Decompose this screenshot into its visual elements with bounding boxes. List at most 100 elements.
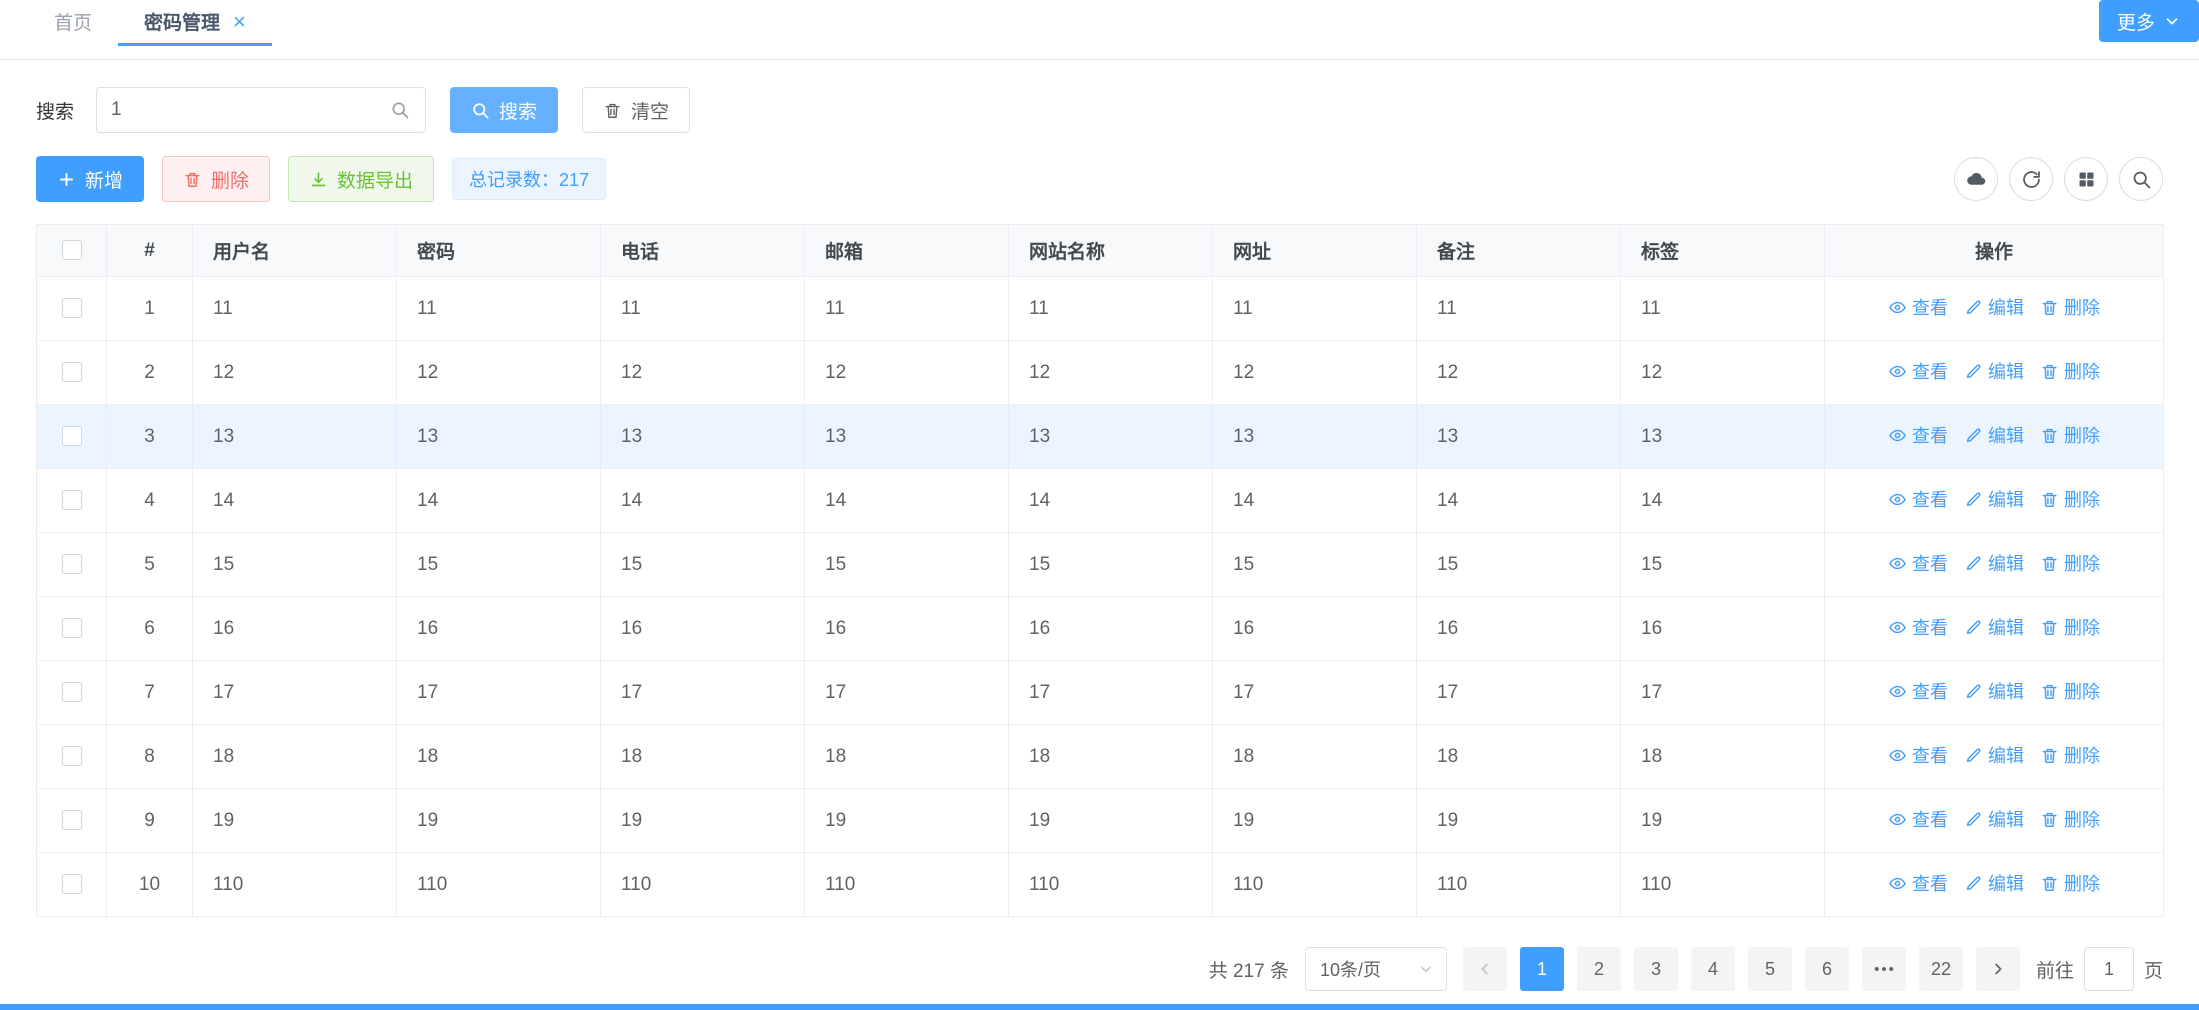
row-checkbox[interactable] — [62, 490, 82, 510]
table-cell: 18 — [805, 725, 1009, 789]
table-cell: 12 — [1417, 341, 1621, 405]
edit-link[interactable]: 编辑 — [1964, 550, 2024, 576]
table-body: 11111111111111111查看编辑删除21212121212121212… — [37, 277, 2164, 917]
eye-icon — [1888, 554, 1907, 573]
row-checkbox[interactable] — [62, 618, 82, 638]
pager-more-button[interactable]: ••• — [1862, 947, 1906, 991]
trash-icon — [2040, 362, 2059, 381]
row-checkbox[interactable] — [62, 554, 82, 574]
view-link[interactable]: 查看 — [1888, 870, 1948, 896]
view-link[interactable]: 查看 — [1888, 422, 1948, 448]
delete-link[interactable]: 删除 — [2040, 806, 2100, 832]
pager-page-2[interactable]: 2 — [1577, 947, 1621, 991]
grid-columns-button[interactable] — [2064, 157, 2108, 201]
edit-link[interactable]: 编辑 — [1964, 678, 2024, 704]
delete-link[interactable]: 删除 — [2040, 422, 2100, 448]
table-cell: 18 — [1009, 725, 1213, 789]
delete-link[interactable]: 删除 — [2040, 742, 2100, 768]
checkbox-cell — [37, 277, 107, 341]
edit-link[interactable]: 编辑 — [1964, 742, 2024, 768]
edit-link[interactable]: 编辑 — [1964, 358, 2024, 384]
trash-icon — [2040, 746, 2059, 765]
row-checkbox[interactable] — [62, 810, 82, 830]
page-size-select[interactable]: 10条/页 — [1305, 947, 1447, 991]
view-link[interactable]: 查看 — [1888, 678, 1948, 704]
delete-link[interactable]: 删除 — [2040, 486, 2100, 512]
table-cell: 110 — [601, 853, 805, 917]
table-tools — [1954, 157, 2163, 201]
pager-page-3[interactable]: 3 — [1634, 947, 1678, 991]
select-all-checkbox[interactable] — [62, 240, 82, 260]
table-cell: 18 — [193, 725, 397, 789]
table-cell: 110 — [1621, 853, 1825, 917]
table-cell: 19 — [601, 789, 805, 853]
pager-page-5[interactable]: 5 — [1748, 947, 1792, 991]
trash-icon — [2040, 426, 2059, 445]
table-cell: 17 — [1417, 661, 1621, 725]
close-tab-icon[interactable]: × — [233, 11, 246, 33]
table-cell: 16 — [805, 597, 1009, 661]
edit-link[interactable]: 编辑 — [1964, 422, 2024, 448]
delete-link[interactable]: 删除 — [2040, 870, 2100, 896]
edit-link[interactable]: 编辑 — [1964, 614, 2024, 640]
row-checkbox[interactable] — [62, 746, 82, 766]
clear-button[interactable]: 清空 — [582, 87, 690, 133]
goto-page-input[interactable] — [2084, 947, 2134, 991]
row-checkbox[interactable] — [62, 682, 82, 702]
refresh-button[interactable] — [2009, 157, 2053, 201]
delete-link[interactable]: 删除 — [2040, 550, 2100, 576]
view-link[interactable]: 查看 — [1888, 806, 1948, 832]
view-link[interactable]: 查看 — [1888, 358, 1948, 384]
view-link[interactable]: 查看 — [1888, 742, 1948, 768]
trash-icon — [2040, 298, 2059, 317]
edit-link[interactable]: 编辑 — [1964, 870, 2024, 896]
delete-button[interactable]: 删除 — [162, 156, 270, 202]
more-button[interactable]: 更多 — [2099, 0, 2199, 42]
trash-icon — [183, 170, 202, 189]
delete-link[interactable]: 删除 — [2040, 678, 2100, 704]
edit-link[interactable]: 编辑 — [1964, 806, 2024, 832]
pager-prev-button[interactable] — [1463, 947, 1507, 991]
table-cell: 19 — [1417, 789, 1621, 853]
tab-home[interactable]: 首页 — [28, 0, 118, 46]
delete-link[interactable]: 删除 — [2040, 294, 2100, 320]
table-search-button[interactable] — [2119, 157, 2163, 201]
index-cell: 3 — [107, 405, 193, 469]
pager-page-4[interactable]: 4 — [1691, 947, 1735, 991]
tab-bar: 首页 密码管理 × 更多 — [0, 0, 2199, 60]
add-button[interactable]: 新增 — [36, 156, 144, 202]
search-button[interactable]: 搜索 — [450, 87, 558, 133]
table-cell: 14 — [1009, 469, 1213, 533]
view-link[interactable]: 查看 — [1888, 294, 1948, 320]
column-header: 网站名称 — [1009, 225, 1213, 277]
chevron-right-icon — [1989, 960, 2007, 978]
pager-page-1[interactable]: 1 — [1520, 947, 1564, 991]
row-checkbox[interactable] — [62, 298, 82, 318]
trash-icon — [603, 101, 622, 120]
view-link[interactable]: 查看 — [1888, 614, 1948, 640]
table-cell: 18 — [1213, 725, 1417, 789]
table-cell: 12 — [193, 341, 397, 405]
edit-link[interactable]: 编辑 — [1964, 294, 2024, 320]
row-checkbox[interactable] — [62, 362, 82, 382]
checkbox-cell — [37, 661, 107, 725]
export-button[interactable]: 数据导出 — [288, 156, 434, 202]
search-icon — [390, 100, 410, 120]
row-checkbox[interactable] — [62, 426, 82, 446]
tab-password-management[interactable]: 密码管理 × — [118, 0, 272, 46]
pager-page-6[interactable]: 6 — [1805, 947, 1849, 991]
edit-link[interactable]: 编辑 — [1964, 486, 2024, 512]
delete-link[interactable]: 删除 — [2040, 358, 2100, 384]
view-link[interactable]: 查看 — [1888, 486, 1948, 512]
delete-link[interactable]: 删除 — [2040, 614, 2100, 640]
cloud-download-button[interactable] — [1954, 157, 1998, 201]
view-link[interactable]: 查看 — [1888, 550, 1948, 576]
search-input[interactable] — [96, 87, 426, 133]
pager-next-button[interactable] — [1976, 947, 2020, 991]
table-cell: 14 — [601, 469, 805, 533]
row-checkbox[interactable] — [62, 874, 82, 894]
grid-icon — [2076, 169, 2097, 190]
total-count-label: 共 217 条 — [1209, 956, 1289, 983]
pager-page-22[interactable]: 22 — [1919, 947, 1963, 991]
table-row: 41414141414141414查看编辑删除 — [37, 469, 2164, 533]
